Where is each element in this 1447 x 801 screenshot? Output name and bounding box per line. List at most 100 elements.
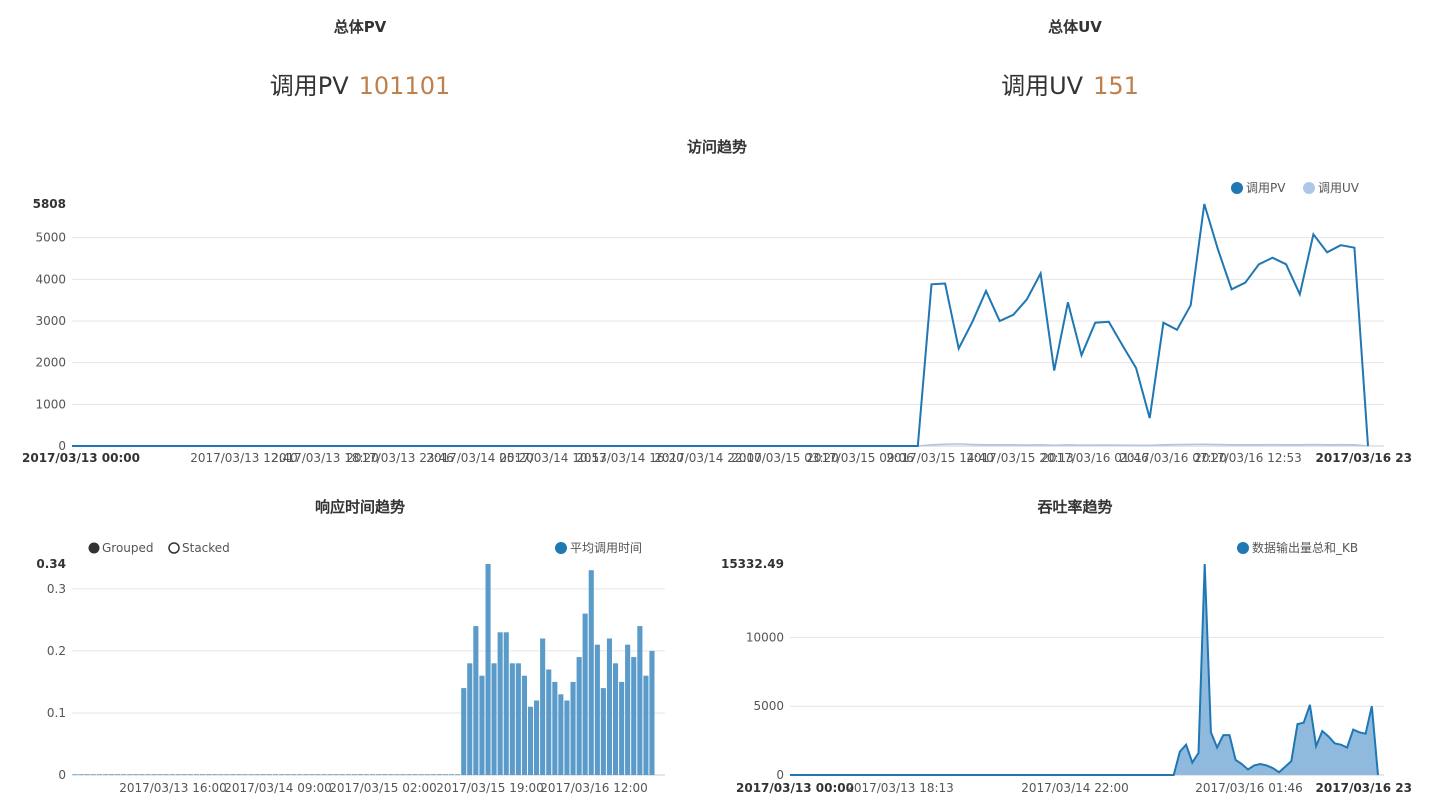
response-bar[interactable] — [473, 626, 479, 775]
response-bar[interactable] — [570, 681, 576, 775]
response-bar[interactable] — [436, 774, 442, 775]
response-bar[interactable] — [643, 675, 649, 775]
response-bar[interactable] — [157, 774, 163, 775]
response-bar[interactable] — [351, 774, 357, 775]
response-bar[interactable] — [613, 663, 619, 775]
response-bar[interactable] — [509, 663, 515, 775]
response-bar[interactable] — [637, 626, 643, 775]
response-bar[interactable] — [309, 774, 315, 775]
response-bar[interactable] — [327, 774, 333, 775]
response-bar[interactable] — [388, 774, 394, 775]
response-bar[interactable] — [582, 613, 588, 775]
trend-legend-swatch[interactable] — [1303, 182, 1315, 194]
response-bar[interactable] — [254, 774, 260, 775]
response-bar[interactable] — [145, 774, 151, 775]
response-bar[interactable] — [315, 774, 321, 775]
response-bar[interactable] — [382, 774, 388, 775]
response-bar[interactable] — [442, 774, 448, 775]
response-bar[interactable] — [72, 774, 78, 775]
response-bar[interactable] — [194, 774, 200, 775]
response-bar[interactable] — [236, 774, 242, 775]
response-bar[interactable] — [600, 688, 606, 775]
response-bar[interactable] — [285, 774, 291, 775]
response-bar[interactable] — [108, 774, 114, 775]
response-bar[interactable] — [406, 774, 412, 775]
response-bar[interactable] — [127, 774, 133, 775]
response-bar[interactable] — [121, 774, 127, 775]
response-bar[interactable] — [175, 774, 181, 775]
response-bar[interactable] — [78, 774, 84, 775]
response-bar[interactable] — [206, 774, 212, 775]
response-bar[interactable] — [528, 706, 534, 775]
response-bar[interactable] — [546, 669, 552, 776]
response-bar[interactable] — [357, 774, 363, 775]
response-bar[interactable] — [430, 774, 436, 775]
response-bar[interactable] — [200, 774, 206, 775]
response-bar[interactable] — [400, 774, 406, 775]
response-bar[interactable] — [576, 657, 582, 775]
response-bar[interactable] — [133, 774, 139, 775]
response-bar[interactable] — [169, 774, 175, 775]
response-bar[interactable] — [364, 774, 370, 775]
response-bar[interactable] — [333, 774, 339, 775]
response-bar[interactable] — [649, 650, 655, 775]
response-bar[interactable] — [479, 675, 485, 775]
response-bar[interactable] — [218, 774, 224, 775]
response-bar[interactable] — [248, 774, 254, 775]
response-bar[interactable] — [497, 632, 503, 775]
response-bar[interactable] — [619, 681, 625, 775]
response-bar[interactable] — [345, 774, 351, 775]
response-bar[interactable] — [467, 663, 473, 775]
response-bar[interactable] — [394, 774, 400, 775]
response-bar[interactable] — [558, 694, 564, 775]
response-bar[interactable] — [449, 774, 455, 775]
response-bar[interactable] — [503, 632, 509, 775]
response-bar[interactable] — [260, 774, 266, 775]
response-bar[interactable] — [534, 700, 540, 776]
stacked-radio[interactable] — [168, 542, 180, 554]
response-bar[interactable] — [115, 774, 121, 775]
response-bar[interactable] — [461, 688, 467, 775]
response-bar[interactable] — [339, 774, 345, 775]
response-bar[interactable] — [606, 638, 612, 776]
response-bar[interactable] — [321, 774, 327, 775]
response-bar[interactable] — [521, 675, 527, 775]
response-bar[interactable] — [90, 774, 96, 775]
response-bar[interactable] — [491, 663, 497, 775]
response-bar[interactable] — [279, 774, 285, 775]
response-bar[interactable] — [212, 774, 218, 775]
response-bar[interactable] — [412, 774, 418, 775]
response-bar[interactable] — [187, 774, 193, 775]
response-bar[interactable] — [84, 774, 90, 775]
throughput-legend-swatch[interactable] — [1237, 542, 1249, 554]
response-bar[interactable] — [230, 774, 236, 775]
response-bar[interactable] — [485, 564, 491, 775]
response-bar[interactable] — [515, 663, 521, 775]
response-bar[interactable] — [625, 644, 631, 775]
trend-legend-swatch[interactable] — [1231, 182, 1243, 194]
response-bar[interactable] — [272, 774, 278, 775]
response-bar[interactable] — [370, 774, 376, 775]
response-bar[interactable] — [303, 774, 309, 775]
response-bar[interactable] — [297, 774, 303, 775]
response-bar[interactable] — [424, 774, 430, 775]
response-bar[interactable] — [455, 774, 461, 775]
response-bar[interactable] — [291, 774, 297, 775]
response-bar[interactable] — [631, 657, 637, 775]
response-bar[interactable] — [266, 774, 272, 775]
response-legend-swatch[interactable] — [555, 542, 567, 554]
response-bar[interactable] — [540, 638, 546, 776]
response-bar[interactable] — [102, 774, 108, 775]
response-bar[interactable] — [163, 774, 169, 775]
response-bar[interactable] — [96, 774, 102, 775]
response-bar[interactable] — [564, 700, 570, 776]
response-bar[interactable] — [552, 681, 558, 775]
response-bar[interactable] — [418, 774, 424, 775]
grouped-radio[interactable] — [88, 542, 100, 554]
response-bar[interactable] — [151, 774, 157, 775]
response-bar[interactable] — [181, 774, 187, 775]
response-bar[interactable] — [139, 774, 145, 775]
response-bar[interactable] — [242, 774, 248, 775]
response-bar[interactable] — [224, 774, 230, 775]
response-bar[interactable] — [594, 644, 600, 775]
